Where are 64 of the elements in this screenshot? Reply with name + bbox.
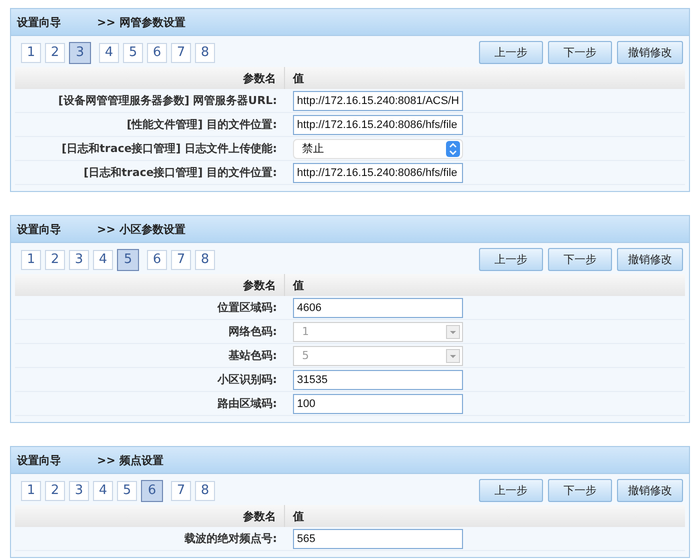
step-tab[interactable]: 1 [21,42,41,62]
input-field[interactable]: http://172.16.15.240:8086/hfs/file [293,162,463,182]
step-tab[interactable]: 4 [93,480,113,500]
input-field[interactable]: 31535 [293,370,463,390]
parameter-label: [日志和trace接口管理] 日志文件上传使能: [62,141,277,156]
section-title: >> 频点设置 [97,452,164,468]
wizard-button[interactable]: 上一步 [479,41,543,64]
parameter-label: [日志和trace接口管理] 目的文件位置: [84,165,277,180]
step-tab[interactable]: 3 [69,42,91,64]
step-tab[interactable]: 2 [45,250,65,270]
step-tab[interactable]: 7 [171,42,191,62]
step-tab[interactable]: 5 [117,480,137,500]
step-tab[interactable]: 4 [99,42,119,62]
section-title: >> 小区参数设置 [97,222,186,236]
column-header: 参数名 [15,67,285,89]
step-tab[interactable]: 8 [195,480,215,500]
parameter-label: 载波的绝对频点号: [184,531,277,546]
step-tab[interactable]: 5 [117,248,139,270]
step-tab[interactable]: 6 [141,480,163,502]
step-tab[interactable]: 7 [171,480,191,500]
wizard-button[interactable]: 撤销修改 [617,248,683,271]
wizard-title: 设置向导 [17,14,61,30]
section-title: >> 网管参数设置 [97,14,186,30]
step-tab[interactable]: 1 [21,480,41,500]
input-field[interactable]: 565 [293,528,463,548]
wizard-button[interactable]: 上一步 [479,479,543,502]
step-tab[interactable]: 1 [21,250,41,270]
wizard-button[interactable]: 上一步 [479,248,543,271]
parameter-label: 基站色码: [228,348,277,363]
input-field[interactable]: http://172.16.15.240:8086/hfs/file [293,114,463,134]
step-tab[interactable]: 7 [171,250,191,270]
wizard-title: 设置向导 [17,452,61,468]
dropdown[interactable]: 禁止 [293,138,463,158]
input-field[interactable]: http://172.16.15.240:8081/ACS/H [293,90,464,110]
step-tab[interactable]: 6 [147,42,167,62]
input-field[interactable]: 4606 [293,298,463,318]
wizard-button[interactable]: 下一步 [548,479,612,502]
parameter-label: 小区识别码: [218,372,277,387]
column-header: 参数名 [15,274,285,296]
step-tab[interactable]: 3 [69,480,89,500]
step-tab[interactable]: 2 [45,480,65,500]
wizard-button[interactable]: 下一步 [548,41,612,64]
step-tab[interactable]: 3 [69,250,89,270]
step-tab[interactable]: 8 [195,250,215,270]
wizard-button[interactable]: 撤销修改 [617,479,683,502]
parameter-label: 网络色码: [228,324,277,339]
column-header: 参数名 [15,505,285,527]
step-tab[interactable]: 2 [45,42,65,62]
parameter-label: 路由区域码: [218,396,277,411]
step-tab[interactable]: 6 [147,250,167,270]
parameter-label: [设备网管管理服务器参数] 网管服务器URL: [58,93,277,108]
column-header: 值 [285,505,685,527]
column-header: 值 [285,67,685,89]
wizard-title: 设置向导 [17,222,61,236]
wizard-button[interactable]: 下一步 [548,248,612,271]
input-field[interactable]: 100 [293,394,463,414]
step-tab[interactable]: 4 [93,250,113,270]
step-tab[interactable]: 5 [123,42,143,62]
updown-arrow-icon [446,140,460,156]
parameter-label: [性能文件管理] 目的文件位置: [126,117,277,132]
wizard-button[interactable]: 撤销修改 [617,41,683,64]
parameter-label: 位置区域码: [218,300,277,315]
step-tab[interactable]: 8 [195,42,215,62]
column-header: 值 [285,274,685,296]
